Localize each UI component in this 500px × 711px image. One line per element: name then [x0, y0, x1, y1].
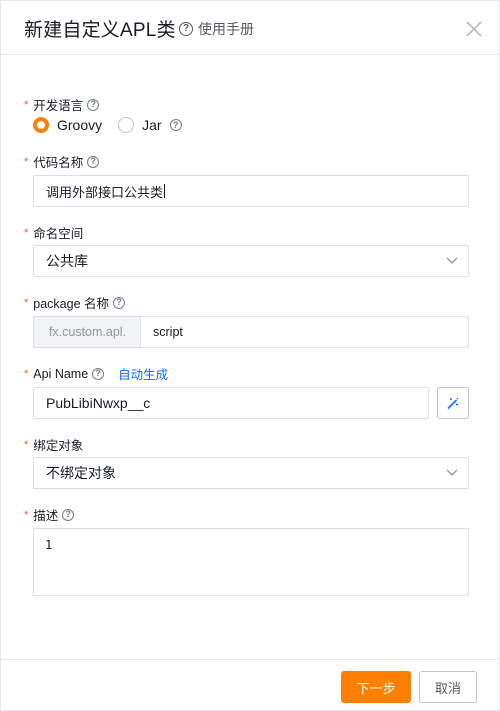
- required-mark: *: [24, 508, 29, 521]
- line-number: 1: [45, 538, 53, 552]
- jar-radio[interactable]: [118, 117, 135, 133]
- bind-object-select[interactable]: 不绑定对象: [33, 457, 469, 489]
- code-name-input[interactable]: 调用外部接口公共类: [33, 175, 469, 207]
- user-manual-link[interactable]: ? 使用手册: [179, 19, 254, 39]
- help-icon[interactable]: ?: [62, 508, 75, 521]
- jar-radio-label[interactable]: Jar: [142, 117, 161, 133]
- close-icon[interactable]: [464, 19, 484, 39]
- cancel-button[interactable]: 取消: [419, 671, 477, 703]
- package-label: package 名称: [33, 297, 110, 311]
- required-mark: *: [24, 367, 29, 380]
- package-input[interactable]: script: [140, 316, 469, 348]
- code-name-label: 代码名称: [33, 156, 84, 170]
- package-prefix: fx.custom.apl.: [33, 316, 141, 348]
- required-mark: *: [24, 98, 29, 111]
- bind-object-label-row: * 绑定对象: [24, 435, 83, 454]
- required-mark: *: [24, 155, 29, 168]
- description-label: 描述: [33, 509, 59, 523]
- chevron-down-icon: [446, 257, 458, 264]
- bind-object-label: 绑定对象: [33, 439, 84, 453]
- description-code-editor[interactable]: 1: [33, 528, 469, 596]
- api-name-label: Api Name: [33, 366, 89, 381]
- jar-help-icon[interactable]: ?: [169, 119, 182, 131]
- description-label-row: * 描述 ?: [24, 505, 75, 524]
- required-mark: *: [24, 438, 29, 451]
- namespace-label: 命名空间: [33, 227, 84, 241]
- namespace-label-row: * 命名空间: [24, 223, 83, 242]
- language-label: 开发语言: [33, 99, 84, 113]
- dialog-title: 新建自定义APL类: [24, 20, 176, 41]
- help-icon[interactable]: ?: [92, 367, 105, 380]
- magic-wand-button[interactable]: [437, 387, 469, 419]
- dialog-header: 新建自定义APL类 ? 使用手册: [1, 1, 499, 55]
- help-icon[interactable]: ?: [87, 155, 100, 168]
- language-radio-group: Groovy Jar ?: [33, 117, 182, 133]
- api-name-value: PubLibiNwxp__c: [46, 395, 151, 411]
- dialog-footer: 下一步 取消: [1, 659, 499, 711]
- help-icon[interactable]: ?: [113, 296, 126, 309]
- api-name-label-row: * Api Name ? 自动生成: [24, 364, 168, 383]
- groovy-radio[interactable]: [33, 117, 49, 133]
- groovy-radio-label[interactable]: Groovy: [57, 117, 102, 133]
- text-cursor: [164, 184, 166, 198]
- create-apl-class-dialog: 新建自定义APL类 ? 使用手册 * 开发语言 ? Groovy Jar ? *…: [0, 0, 500, 711]
- language-label-row: * 开发语言 ?: [24, 95, 100, 114]
- code-name-label-row: * 代码名称 ?: [24, 152, 100, 171]
- code-name-value: 调用外部接口公共类: [46, 184, 164, 200]
- api-name-input[interactable]: PubLibiNwxp__c: [33, 387, 429, 419]
- help-icon[interactable]: ?: [87, 98, 100, 111]
- magic-wand-icon: [447, 397, 459, 409]
- required-mark: *: [24, 226, 29, 239]
- package-value: script: [153, 325, 183, 339]
- namespace-value: 公共库: [46, 253, 88, 269]
- namespace-select[interactable]: 公共库: [33, 245, 469, 277]
- auto-generate-link[interactable]: 自动生成: [118, 364, 168, 383]
- package-label-row: * package 名称 ?: [24, 293, 126, 312]
- chevron-down-icon: [446, 469, 458, 476]
- next-button[interactable]: 下一步: [341, 671, 411, 703]
- user-manual-label: 使用手册: [198, 21, 254, 37]
- question-icon: ?: [179, 22, 193, 36]
- bind-object-value: 不绑定对象: [46, 465, 116, 481]
- required-mark: *: [24, 296, 29, 309]
